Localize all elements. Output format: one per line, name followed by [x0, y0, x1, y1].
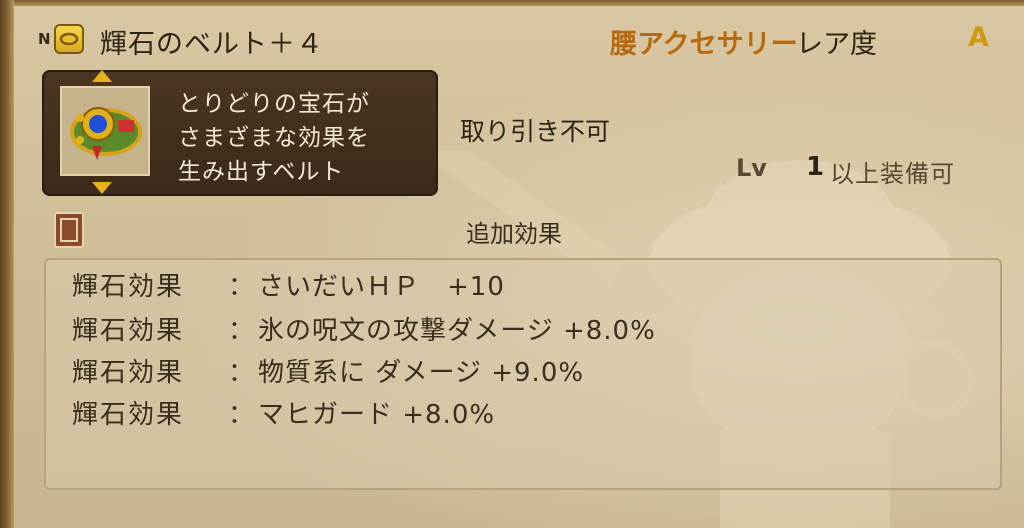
effect-value: マヒガード +8.0%: [258, 400, 496, 430]
belt-icon: [54, 24, 84, 54]
description-line-2: さまざまな効果を: [178, 125, 370, 151]
effect-row: 輝石効果 ： さいだいＨＰ +10: [72, 266, 972, 306]
effect-value: 物質系に ダメージ +9.0%: [258, 358, 585, 388]
effect-row: 輝石効果 ： 氷の呪文の攻撃ダメージ +8.0%: [72, 310, 972, 350]
level-label: Lv: [736, 154, 767, 182]
scroll-down-arrow-icon[interactable]: [92, 182, 112, 194]
rank-mark: N: [38, 30, 51, 48]
effect-label: 輝石効果: [72, 272, 185, 302]
rarity-value: A: [968, 22, 989, 53]
effect-label: 輝石効果: [72, 358, 185, 388]
effect-value: 氷の呪文の攻撃ダメージ +8.0%: [258, 316, 656, 346]
trade-status: 取り引き不可: [460, 117, 611, 146]
effect-colon: ：: [228, 316, 255, 346]
rarity-label: レア度: [796, 29, 877, 60]
frame-left: [0, 0, 14, 528]
effect-colon: ：: [228, 272, 255, 302]
effect-colon: ：: [228, 400, 255, 430]
scroll-up-arrow-icon[interactable]: [92, 70, 112, 82]
level-requirement-text: 以上装備可: [830, 160, 955, 188]
effect-colon: ：: [228, 358, 255, 388]
effect-label: 輝石効果: [72, 316, 185, 346]
effect-row: 輝石効果 ： 物質系に ダメージ +9.0%: [72, 352, 972, 392]
level-value: 1: [806, 152, 825, 182]
description-line-3: 生み出すベルト: [178, 159, 345, 185]
item-name: 輝石のベルト＋４: [100, 29, 324, 60]
effect-row: 輝石効果 ： マヒガード +8.0%: [72, 394, 972, 434]
effect-label: 輝石効果: [72, 400, 185, 430]
item-image: [60, 86, 150, 176]
effect-value: さいだいＨＰ +10: [258, 272, 505, 302]
equipment-slot: 腰アクセサリー: [610, 29, 798, 60]
frame-top: [0, 0, 1024, 6]
description-line-1: とりどりの宝石が: [178, 91, 370, 117]
item-header: N 輝石のベルト＋４ 腰アクセサリー レア度 A: [38, 18, 998, 62]
effects-title: 追加効果: [466, 220, 562, 248]
jeweled-belt-icon: [70, 107, 142, 160]
item-detail-panel: N 輝石のベルト＋４ 腰アクセサリー レア度 A とりどりの宝石が さまざまな効…: [0, 0, 1024, 528]
book-icon[interactable]: [54, 212, 84, 248]
